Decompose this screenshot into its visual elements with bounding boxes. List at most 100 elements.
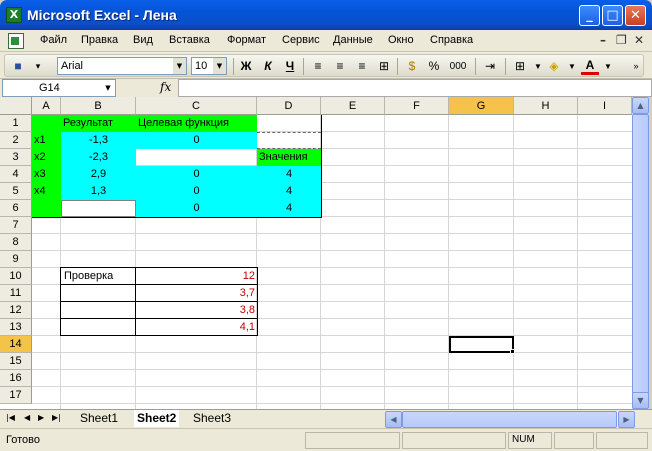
merge-center-icon[interactable]: ⊞: [375, 58, 393, 75]
row-header-1[interactable]: 1: [0, 115, 32, 132]
menu-edit[interactable]: Правка: [81, 34, 118, 46]
currency-icon[interactable]: $: [403, 58, 421, 75]
menu-tools[interactable]: Сервис: [282, 34, 320, 46]
cell-c10[interactable]: 12: [136, 268, 257, 284]
cell-a5[interactable]: x4: [34, 183, 46, 199]
menu-insert[interactable]: Вставка: [169, 34, 210, 46]
font-size-combo[interactable]: 10 ▼: [191, 57, 227, 75]
chevron-down-icon[interactable]: ▼: [173, 58, 186, 74]
cell-c11[interactable]: 3,7: [136, 285, 257, 301]
row-header-16[interactable]: 16: [0, 370, 32, 387]
formula-input[interactable]: [178, 79, 652, 97]
row-header-15[interactable]: 15: [0, 353, 32, 370]
doc-close-button[interactable]: ✕: [634, 33, 644, 47]
tab-sheet2[interactable]: Sheet2: [134, 410, 180, 427]
menu-view[interactable]: Вид: [133, 34, 153, 46]
align-right-icon[interactable]: ≡: [353, 58, 371, 75]
column-header-h[interactable]: H: [514, 97, 578, 115]
column-header-e[interactable]: E: [321, 97, 385, 115]
first-sheet-icon[interactable]: |◀: [6, 413, 15, 422]
chevron-down-icon[interactable]: ▼: [213, 58, 226, 74]
indent-icon[interactable]: ⇥: [481, 58, 499, 75]
select-all-corner[interactable]: [0, 97, 32, 115]
cell-a4[interactable]: x3: [34, 166, 46, 182]
row-header-5[interactable]: 5: [0, 183, 32, 200]
toolbar-overflow-icon[interactable]: »: [627, 58, 645, 75]
thousands-button[interactable]: 000: [449, 58, 467, 75]
cell-b10[interactable]: Проверка: [64, 268, 113, 284]
active-cell-g14[interactable]: [449, 336, 514, 353]
cell-b5[interactable]: 1,3: [61, 183, 136, 199]
column-header-i[interactable]: I: [578, 97, 632, 115]
row-header-10[interactable]: 10: [0, 268, 32, 285]
column-header-b[interactable]: B: [61, 97, 136, 115]
row-header-14[interactable]: 14: [0, 336, 32, 353]
borders-icon[interactable]: ⊞: [511, 58, 529, 75]
row-header-11[interactable]: 11: [0, 285, 32, 302]
menu-help[interactable]: Справка: [430, 34, 473, 46]
row-header-8[interactable]: 8: [0, 234, 32, 251]
insert-function-icon[interactable]: fx: [160, 80, 171, 94]
scroll-right-icon[interactable]: ▶: [618, 411, 635, 428]
cell-b1[interactable]: Результат: [63, 115, 136, 131]
minimize-button[interactable]: _: [579, 5, 600, 26]
tab-sheet1[interactable]: Sheet1: [80, 410, 118, 427]
cell-d4[interactable]: 4: [257, 166, 321, 182]
cell-c12[interactable]: 3,8: [136, 302, 257, 318]
horizontal-scrollbar[interactable]: ◀ ▶: [385, 411, 635, 428]
row-header-12[interactable]: 12: [0, 302, 32, 319]
align-left-icon[interactable]: ≡: [309, 58, 327, 75]
cell-b2[interactable]: -1,3: [61, 132, 136, 148]
cell-b3[interactable]: -2,3: [61, 149, 136, 165]
doc-restore-button[interactable]: ❐: [616, 33, 627, 47]
cell-c6[interactable]: 0: [136, 200, 257, 216]
excel-icon[interactable]: X: [6, 7, 22, 23]
column-header-d[interactable]: D: [257, 97, 321, 115]
last-sheet-icon[interactable]: ▶|: [52, 413, 61, 422]
vertical-scrollbar[interactable]: ▲ ▼: [632, 97, 649, 409]
cell-d3[interactable]: Значения: [259, 149, 308, 165]
column-header-c[interactable]: C: [136, 97, 257, 115]
cell-c4[interactable]: 0: [136, 166, 257, 182]
menu-data[interactable]: Данные: [333, 34, 373, 46]
row-header-7[interactable]: 7: [0, 217, 32, 234]
cell-d5[interactable]: 4: [257, 183, 321, 199]
vertical-scroll-thumb[interactable]: [632, 114, 649, 394]
row-header-3[interactable]: 3: [0, 149, 32, 166]
column-header-g[interactable]: G: [449, 97, 514, 115]
toolbar-options-icon[interactable]: ▾: [29, 58, 47, 75]
font-name-combo[interactable]: Arial ▼: [57, 57, 187, 75]
row-header-9[interactable]: 9: [0, 251, 32, 268]
scroll-down-icon[interactable]: ▼: [632, 392, 649, 409]
row-header-17[interactable]: 17: [0, 387, 32, 404]
cell-c1[interactable]: Целевая функция: [138, 115, 257, 131]
name-box[interactable]: G14 ▼: [2, 79, 116, 97]
menu-format[interactable]: Формат: [227, 34, 266, 46]
row-header-2[interactable]: 2: [0, 132, 32, 149]
cell-a2[interactable]: x1: [34, 132, 46, 148]
row-header-13[interactable]: 13: [0, 319, 32, 336]
font-color-icon[interactable]: A: [581, 58, 599, 75]
row-header-4[interactable]: 4: [0, 166, 32, 183]
tab-sheet3[interactable]: Sheet3: [193, 410, 231, 427]
cell-c13[interactable]: 4,1: [136, 319, 257, 335]
underline-button[interactable]: Ч: [281, 58, 299, 75]
percent-button[interactable]: %: [425, 58, 443, 75]
column-header-f[interactable]: F: [385, 97, 449, 115]
fill-handle[interactable]: [510, 349, 515, 354]
menu-window[interactable]: Окно: [388, 34, 414, 46]
worksheet-grid[interactable]: A B C D E F G H I 1 2 3 4 5 6 7 8 9 10 1…: [0, 97, 632, 409]
save-icon[interactable]: ■: [9, 58, 27, 75]
workbook-icon[interactable]: [8, 33, 24, 49]
close-button[interactable]: ✕: [625, 5, 646, 26]
cell-c5[interactable]: 0: [136, 183, 257, 199]
column-header-a[interactable]: A: [32, 97, 61, 115]
cell-d6[interactable]: 4: [257, 200, 321, 216]
italic-button[interactable]: К: [259, 58, 277, 75]
menu-file[interactable]: Файл: [40, 34, 67, 46]
bold-button[interactable]: Ж: [237, 58, 255, 75]
chevron-down-icon[interactable]: ▼: [599, 58, 617, 75]
cell-b4[interactable]: 2,9: [61, 166, 136, 182]
align-center-icon[interactable]: ≡: [331, 58, 349, 75]
horizontal-scroll-thumb[interactable]: [402, 411, 617, 428]
